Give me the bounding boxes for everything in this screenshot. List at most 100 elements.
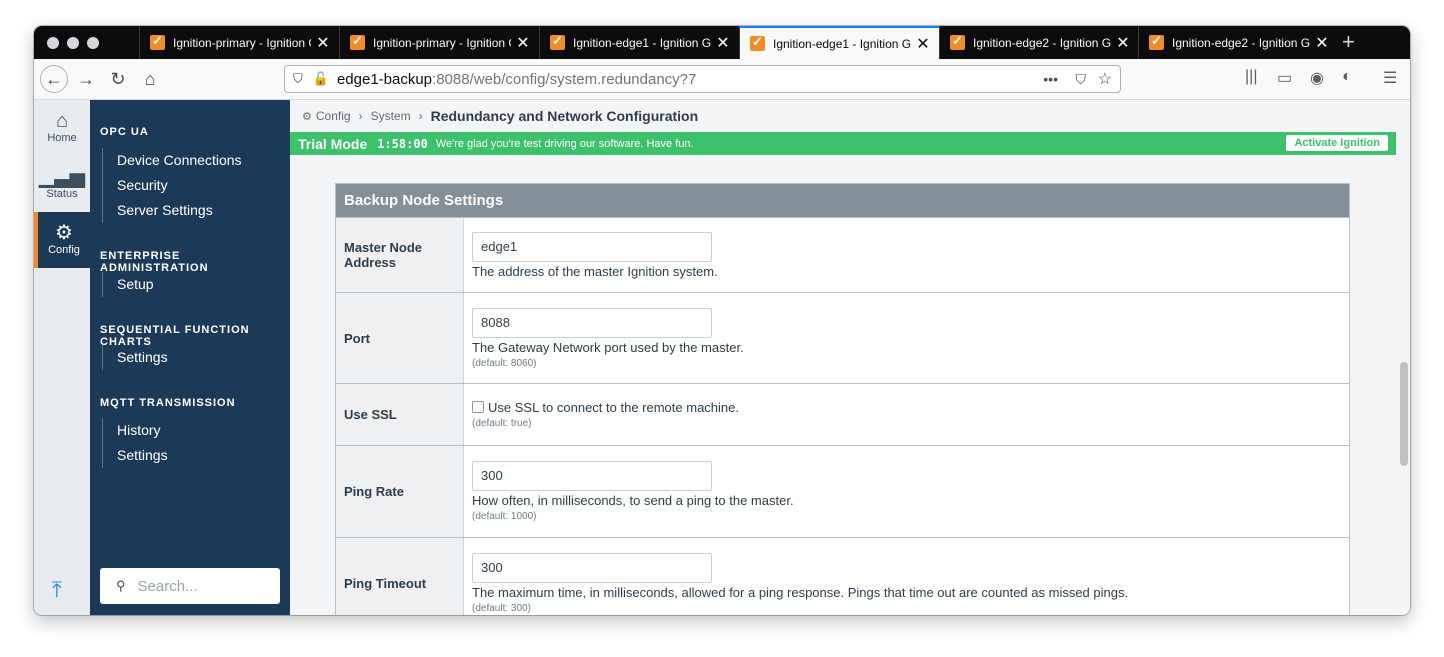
menu-item-security[interactable]: Security [103, 173, 242, 198]
close-window-button[interactable] [47, 37, 59, 49]
home-icon: ⌂ [55, 110, 69, 132]
close-tab-icon[interactable]: ✕ [311, 33, 335, 53]
setting-body: edge1 The address of the master Ignition… [464, 218, 1349, 292]
account-icon[interactable]: ◉ [1310, 68, 1324, 88]
pocket-icon[interactable]: ⛉ [1076, 71, 1087, 88]
breadcrumb: ⚙ Config › System › Redundancy and Netwo… [302, 108, 698, 124]
page-title: Redundancy and Network Configuration [430, 108, 699, 124]
setting-row: Master Node Address edge1 The address of… [336, 217, 1349, 292]
close-tab-icon[interactable]: ✕ [1310, 33, 1334, 53]
browser-tab[interactable]: Ignition-edge2 - Ignition Gateway ✕ [939, 26, 1139, 59]
sidebar-toggle-icon[interactable]: ▭ [1277, 68, 1292, 88]
chevron-right-icon: › [418, 109, 423, 123]
tab-title: Ignition-edge1 - Ignition Gateway [773, 36, 911, 51]
setting-body: 8088 The Gateway Network port used by th… [464, 293, 1349, 383]
breadcrumb-config[interactable]: Config [316, 109, 351, 123]
setting-label: Ping Timeout [336, 538, 464, 615]
hamburger-menu-icon[interactable]: ☰ [1383, 68, 1397, 88]
master-node-address-input[interactable]: edge1 [472, 231, 712, 262]
back-icon[interactable]: ← [40, 65, 68, 93]
close-tab-icon[interactable]: ✕ [711, 33, 735, 53]
ping-rate-input[interactable]: 300 [472, 461, 712, 491]
menu-item-device-connections[interactable]: Device Connections [103, 148, 242, 173]
trial-timer: 1:58:00 [377, 136, 428, 151]
extension-icon[interactable]: ◐ [1342, 68, 1352, 86]
library-icon[interactable]: ||| [1245, 68, 1257, 86]
browser-tab-active[interactable]: Ignition-edge1 - Ignition Gateway ✕ [739, 26, 939, 59]
ping-timeout-input[interactable]: 300 [472, 553, 712, 583]
setting-row: Use SSL Use SSL to connect to the remote… [336, 383, 1349, 445]
minimize-window-button[interactable] [67, 37, 79, 49]
setting-default: (default: 8060) [472, 357, 537, 369]
breadcrumb-system[interactable]: System [371, 109, 411, 123]
tab-bar: Ignition-primary - Ignition Gateway ✕ Ig… [34, 26, 1410, 59]
ignition-favicon-icon [550, 33, 565, 50]
port-input[interactable]: 8088 [472, 307, 712, 338]
scroll-to-top-icon[interactable]: ⤒ [52, 577, 62, 603]
menu-item-server-settings[interactable]: Server Settings [103, 198, 242, 223]
close-tab-icon[interactable]: ✕ [1111, 33, 1135, 53]
bookmark-star-icon[interactable]: ☆ [1098, 69, 1112, 89]
ignition-favicon-icon [750, 34, 765, 51]
config-menu: OPC UA Device Connections Security Serve… [90, 100, 290, 615]
trial-banner: Trial Mode 1:58:00 We're glad you're tes… [290, 132, 1396, 155]
ignition-favicon-icon [350, 33, 365, 50]
chevron-right-icon: › [358, 109, 363, 123]
menu-group-title: OPC UA [100, 126, 149, 138]
close-tab-icon[interactable]: ✕ [511, 33, 535, 53]
search-input[interactable]: Search... [138, 578, 198, 595]
activate-ignition-button[interactable]: Activate Ignition [1286, 135, 1388, 151]
reload-icon[interactable]: ↻ [104, 65, 132, 93]
browser-tab[interactable]: Ignition-edge2 - Ignition Gateway ✕ [1138, 26, 1338, 59]
page-scrollbar[interactable] [1400, 362, 1408, 466]
tab-title: Ignition-edge1 - Ignition Gateway [573, 35, 711, 50]
browser-tab[interactable]: Ignition-edge1 - Ignition Gateway ✕ [539, 26, 739, 59]
rail-config[interactable]: ⚙ Config [34, 212, 90, 268]
gear-icon: ⚙ [302, 110, 312, 123]
shield-icon[interactable]: ⛉ [293, 71, 303, 87]
rail-status[interactable]: ▁▃▅ Status [34, 156, 90, 212]
trial-message: We're glad you're test driving our softw… [435, 137, 694, 150]
zoom-window-button[interactable] [87, 37, 99, 49]
icon-rail: ⌂ Home ▁▃▅ Status ⚙ Config ⤒ [34, 100, 90, 615]
setting-description: How often, in milliseconds, to send a pi… [472, 493, 794, 508]
rail-config-label: Config [48, 244, 80, 256]
use-ssl-checkbox[interactable] [472, 401, 484, 413]
tab-title: Ignition-primary - Ignition Gateway [173, 35, 311, 50]
menu-group-title: ENTERPRISE ADMINISTRATION [100, 250, 209, 274]
browser-tab[interactable]: Ignition-primary - Ignition Gateway ✕ [339, 26, 539, 59]
setting-row: Port 8088 The Gateway Network port used … [336, 292, 1349, 383]
close-tab-icon[interactable]: ✕ [911, 34, 935, 54]
browser-window: Ignition-primary - Ignition Gateway ✕ Ig… [34, 26, 1410, 615]
new-tab-icon[interactable]: + [1342, 29, 1355, 55]
setting-description: The Gateway Network port used by the mas… [472, 339, 744, 355]
menu-list: Device Connections Security Server Setti… [102, 148, 242, 223]
menu-search[interactable]: ⚲ Search... [100, 568, 280, 604]
forward-icon[interactable]: → [72, 65, 100, 93]
checkbox-label[interactable]: Use SSL to connect to the remote machine… [488, 400, 739, 415]
rail-status-label: Status [46, 188, 78, 200]
setting-default: (default: 300) [472, 603, 531, 614]
setting-label: Master Node Address [336, 218, 464, 292]
ignition-favicon-icon [950, 33, 965, 50]
menu-list: Settings [102, 345, 168, 370]
setting-label: Port [336, 293, 464, 383]
menu-item-history[interactable]: History [103, 418, 168, 443]
url-bar[interactable]: ⛉ 🔓 edge1-backup:8088/web/config/system.… [284, 65, 1121, 93]
menu-item-sfc-settings[interactable]: Settings [103, 345, 168, 370]
home-icon[interactable]: ⌂ [136, 65, 164, 93]
page-actions-icon[interactable]: ••• [1043, 71, 1058, 87]
menu-item-mqtt-settings[interactable]: Settings [103, 443, 168, 468]
rail-home[interactable]: ⌂ Home [34, 100, 90, 156]
insecure-lock-icon[interactable]: 🔓 [313, 71, 329, 87]
setting-body: 300 The maximum time, in milliseconds, a… [464, 538, 1349, 615]
use-ssl-option[interactable]: Use SSL to connect to the remote machine… [472, 400, 1341, 415]
setting-label: Ping Rate [336, 446, 464, 537]
menu-item-setup[interactable]: Setup [103, 272, 154, 297]
browser-tab[interactable]: Ignition-primary - Ignition Gateway ✕ [139, 26, 339, 59]
panel-title: Backup Node Settings [336, 184, 1349, 217]
gear-icon: ⚙ [55, 222, 73, 244]
tab-title: Ignition-edge2 - Ignition Gateway [1172, 35, 1310, 50]
menu-list: Setup [102, 272, 154, 297]
search-icon: ⚲ [116, 578, 126, 593]
